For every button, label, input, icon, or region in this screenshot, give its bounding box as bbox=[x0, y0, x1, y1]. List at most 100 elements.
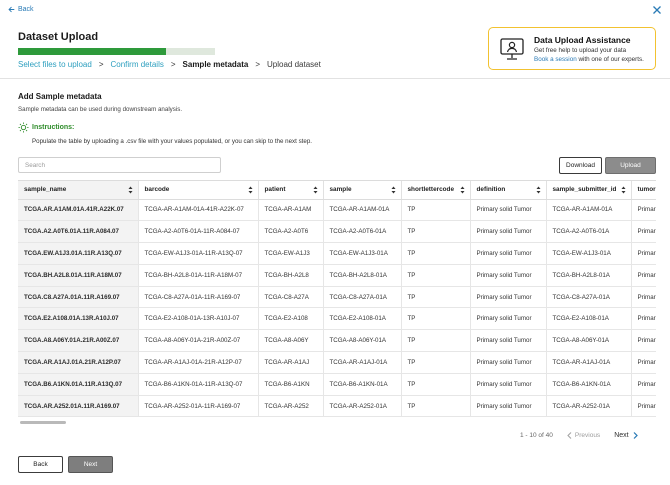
table-row[interactable]: TCGA.AR.A252.01A.11R.A169.07 TCGA-AR-A252… bbox=[18, 395, 656, 418]
table-cell-sample-name: TCGA.A8.A06Y.01A.21R.A00Z.07 bbox=[18, 329, 139, 353]
upload-button[interactable]: Upload bbox=[605, 157, 656, 174]
back-link[interactable]: Back bbox=[8, 6, 34, 13]
scrollbar-thumb[interactable] bbox=[20, 421, 66, 424]
table-row[interactable]: TCGA.A8.A06Y.01A.21R.A00Z.07 TCGA-A8-A06Y… bbox=[18, 329, 656, 353]
column-header-patient[interactable]: patient bbox=[258, 181, 324, 200]
column-header-barcode[interactable]: barcode bbox=[138, 181, 259, 200]
column-header-sample-submitter-id[interactable]: sample_submitter_id bbox=[546, 181, 632, 200]
table-cell-sample: TCGA-BH-A2L8-01A bbox=[323, 264, 402, 287]
table-cell-shortlettercode: TP bbox=[401, 264, 471, 287]
table-row[interactable]: TCGA.AR.A1AJ.01A.21R.A12P.07 TCGA-AR-A1AJ… bbox=[18, 351, 656, 374]
monitor-user-icon bbox=[500, 38, 524, 60]
sort-icon[interactable] bbox=[313, 186, 318, 194]
table-cell-sample-name: TCGA.B6.A1KN.01A.11R.A13Q.07 bbox=[18, 373, 139, 396]
table-cell-barcode: TCGA-BH-A2L8-01A-11R-A18M-07 bbox=[138, 264, 259, 287]
step-select-files[interactable]: Select files to upload bbox=[18, 60, 92, 69]
table-cell-patient: TCGA-A2-A0T6 bbox=[258, 220, 324, 244]
table-cell-sample-name: TCGA.AR.A1AJ.01A.21R.A12P.07 bbox=[18, 351, 139, 374]
table-cell-tumor: Primar bbox=[631, 286, 656, 309]
table-cell-sample-name: TCGA.A2.A0T6.01A.11R.A084.07 bbox=[18, 220, 139, 244]
instructions-text: Populate the table by uploading a .csv f… bbox=[32, 138, 312, 145]
table-cell-barcode: TCGA-C8-A27A-01A-11R-A169-07 bbox=[138, 286, 259, 309]
column-header-label: definition bbox=[476, 186, 506, 194]
assistance-card: Data Upload Assistance Get free help to … bbox=[488, 27, 656, 70]
previous-page-button: Previous bbox=[567, 432, 600, 439]
sort-icon[interactable] bbox=[128, 186, 133, 194]
assistance-text-rest: with one of our experts. bbox=[576, 56, 644, 63]
table-cell-shortlettercode: TP bbox=[401, 351, 471, 374]
table-cell-patient: TCGA-C8-A27A bbox=[258, 286, 324, 309]
table-cell-barcode: TCGA-A2-A0T6-01A-11R-A084-07 bbox=[138, 220, 259, 244]
table-row[interactable]: TCGA.A2.A0T6.01A.11R.A084.07 TCGA-A2-A0T6… bbox=[18, 220, 656, 244]
top-bar: Back bbox=[8, 6, 662, 16]
table-cell-sample-submitter-id: TCGA-EW-A1J3-01A bbox=[546, 242, 632, 265]
table-cell-sample: TCGA-AR-A1AJ-01A bbox=[323, 351, 402, 374]
download-button[interactable]: Download bbox=[559, 157, 602, 174]
back-button[interactable]: Back bbox=[18, 456, 63, 473]
table-cell-tumor: Primar bbox=[631, 373, 656, 396]
table-cell-shortlettercode: TP bbox=[401, 395, 471, 418]
column-header-sample[interactable]: sample bbox=[323, 181, 402, 200]
column-header-definition[interactable]: definition bbox=[470, 181, 547, 200]
table-cell-sample-submitter-id: TCGA-A2-A0T6-01A bbox=[546, 220, 632, 244]
step-confirm-details[interactable]: Confirm details bbox=[111, 60, 164, 69]
table-cell-patient: TCGA-AR-A1AJ bbox=[258, 351, 324, 374]
column-header-sample-name[interactable]: sample_name bbox=[18, 181, 139, 200]
table-cell-definition: Primary solid Tumor bbox=[470, 220, 547, 244]
table-row[interactable]: TCGA.BH.A2L8.01A.11R.A18M.07 TCGA-BH-A2L8… bbox=[18, 264, 656, 287]
table-cell-sample-submitter-id: TCGA-B6-A1KN-01A bbox=[546, 373, 632, 396]
assistance-text: Get free help to upload your data bbox=[534, 47, 627, 54]
table-cell-sample-submitter-id: TCGA-E2-A108-01A bbox=[546, 307, 632, 331]
table-cell-sample-name: TCGA.AR.A252.01A.11R.A169.07 bbox=[18, 395, 139, 418]
next-page-button[interactable]: Next bbox=[614, 432, 638, 439]
chevron-right-icon bbox=[633, 432, 638, 439]
chevron-right-icon: > bbox=[98, 60, 104, 69]
table-cell-definition: Primary solid Tumor bbox=[470, 351, 547, 374]
table-cell-shortlettercode: TP bbox=[401, 373, 471, 396]
sort-icon[interactable] bbox=[391, 186, 396, 194]
sort-icon[interactable] bbox=[248, 186, 253, 194]
table-row[interactable]: TCGA.B6.A1KN.01A.11R.A13Q.07 TCGA-B6-A1KN… bbox=[18, 373, 656, 396]
table-row[interactable]: TCGA.E2.A108.01A.13R.A10J.07 TCGA-E2-A108… bbox=[18, 307, 656, 331]
table-cell-sample: TCGA-B6-A1KN-01A bbox=[323, 373, 402, 396]
column-header-shortlettercode[interactable]: shortlettercode bbox=[401, 181, 471, 200]
table-cell-sample-name: TCGA.BH.A2L8.01A.11R.A18M.07 bbox=[18, 264, 139, 287]
table-cell-sample: TCGA-A8-A06Y-01A bbox=[323, 329, 402, 353]
pagination-range: 1 - 10 of 40 bbox=[520, 432, 553, 439]
table-cell-sample: TCGA-E2-A108-01A bbox=[323, 307, 402, 331]
table-row[interactable]: TCGA.AR.A1AM.01A.41R.A22K.07 TCGA-AR-A1AM… bbox=[18, 199, 656, 222]
table-cell-patient: TCGA-E2-A108 bbox=[258, 307, 324, 331]
horizontal-scrollbar[interactable] bbox=[18, 420, 656, 425]
table-cell-sample-submitter-id: TCGA-AR-A1AM-01A bbox=[546, 199, 632, 222]
table-cell-patient: TCGA-EW-A1J3 bbox=[258, 242, 324, 265]
column-header-label: shortlettercode bbox=[407, 186, 455, 194]
table-cell-sample-name: TCGA.AR.A1AM.01A.41R.A22K.07 bbox=[18, 199, 139, 222]
table-cell-shortlettercode: TP bbox=[401, 220, 471, 244]
chevron-right-icon: > bbox=[255, 60, 261, 69]
table-cell-tumor: Primar bbox=[631, 307, 656, 331]
table-body: TCGA.AR.A1AM.01A.41R.A22K.07 TCGA-AR-A1AM… bbox=[18, 199, 656, 418]
table-cell-patient: TCGA-B6-A1KN bbox=[258, 373, 324, 396]
column-header-tumor[interactable]: tumor bbox=[631, 181, 656, 200]
search-input[interactable] bbox=[18, 157, 221, 173]
table-cell-barcode: TCGA-B6-A1KN-01A-11R-A13Q-07 bbox=[138, 373, 259, 396]
stepper: Select files to upload > Confirm details… bbox=[18, 60, 321, 69]
table-cell-sample-name: TCGA.E2.A108.01A.13R.A10J.07 bbox=[18, 307, 139, 331]
close-icon[interactable] bbox=[652, 5, 662, 15]
book-session-link[interactable]: Book a session bbox=[534, 56, 577, 63]
table-cell-definition: Primary solid Tumor bbox=[470, 373, 547, 396]
table-row[interactable]: TCGA.C8.A27A.01A.11R.A169.07 TCGA-C8-A27A… bbox=[18, 286, 656, 309]
sort-icon[interactable] bbox=[460, 186, 465, 194]
table-cell-definition: Primary solid Tumor bbox=[470, 307, 547, 331]
table-cell-barcode: TCGA-A8-A06Y-01A-21R-A00Z-07 bbox=[138, 329, 259, 353]
table-row[interactable]: TCGA.EW.A1J3.01A.11R.A13Q.07 TCGA-EW-A1J3… bbox=[18, 242, 656, 265]
sort-icon[interactable] bbox=[536, 186, 541, 194]
table-cell-patient: TCGA-AR-A1AM bbox=[258, 199, 324, 222]
table-cell-tumor: Primar bbox=[631, 242, 656, 265]
previous-page-label: Previous bbox=[574, 432, 601, 439]
next-button[interactable]: Next bbox=[68, 456, 113, 473]
table-header-row: sample_name barcode patient sample short… bbox=[18, 181, 656, 200]
sort-icon[interactable] bbox=[621, 186, 626, 194]
lightbulb-icon bbox=[18, 122, 29, 133]
column-header-label: sample_name bbox=[24, 186, 67, 194]
